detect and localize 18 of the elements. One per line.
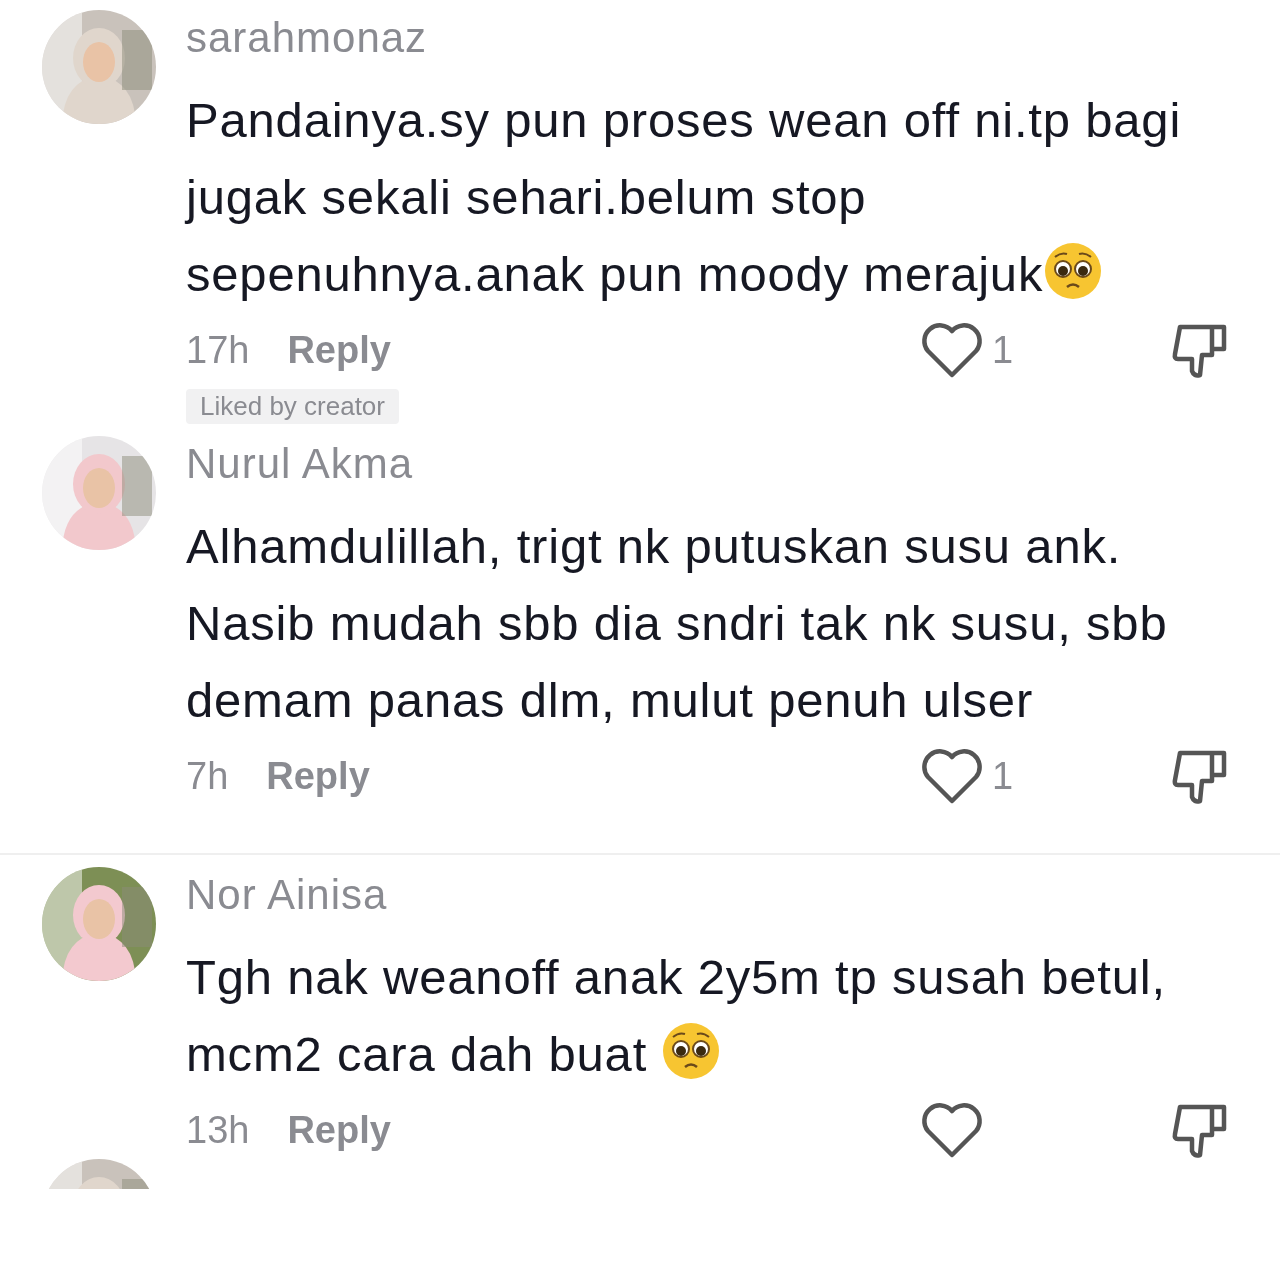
comment-text: Alhamdulillah, trigt nk putuskan susu ank. Nasib mudah sbb dia sndri tak nk susu, sbb demam panas dlm, mulut penuh ulser — [186, 518, 1169, 729]
comment-text: Pandainya.sy pun proses wean off ni.tp bagi jugak sekali sehari.belum stop sepenuhnya.anak pun moody merajuk — [186, 92, 1183, 303]
reply-button[interactable]: Reply — [287, 328, 391, 372]
heart-icon[interactable] — [920, 321, 984, 379]
like-count: 1 — [992, 754, 1014, 798]
username[interactable]: Nor Ainisa — [186, 870, 1280, 920]
reply-button[interactable]: Reply — [287, 1108, 391, 1152]
like-count: 1 — [992, 328, 1014, 372]
timestamp: 13h — [186, 1108, 250, 1152]
heart-icon[interactable] — [920, 1101, 984, 1159]
heart-icon[interactable] — [920, 747, 984, 805]
username[interactable]: sarahmonaz — [186, 13, 1280, 63]
liked-by-creator-label: Liked by creator — [186, 389, 399, 424]
comment-text: Tgh nak weanoff anak 2y5m tp susah betul, mcm2 cara dah buat — [186, 949, 1167, 1083]
timestamp: 7h — [186, 754, 229, 798]
reply-button[interactable]: Reply — [266, 754, 370, 798]
username[interactable]: Nurul Akma — [186, 439, 1280, 489]
timestamp: 17h — [186, 328, 250, 372]
